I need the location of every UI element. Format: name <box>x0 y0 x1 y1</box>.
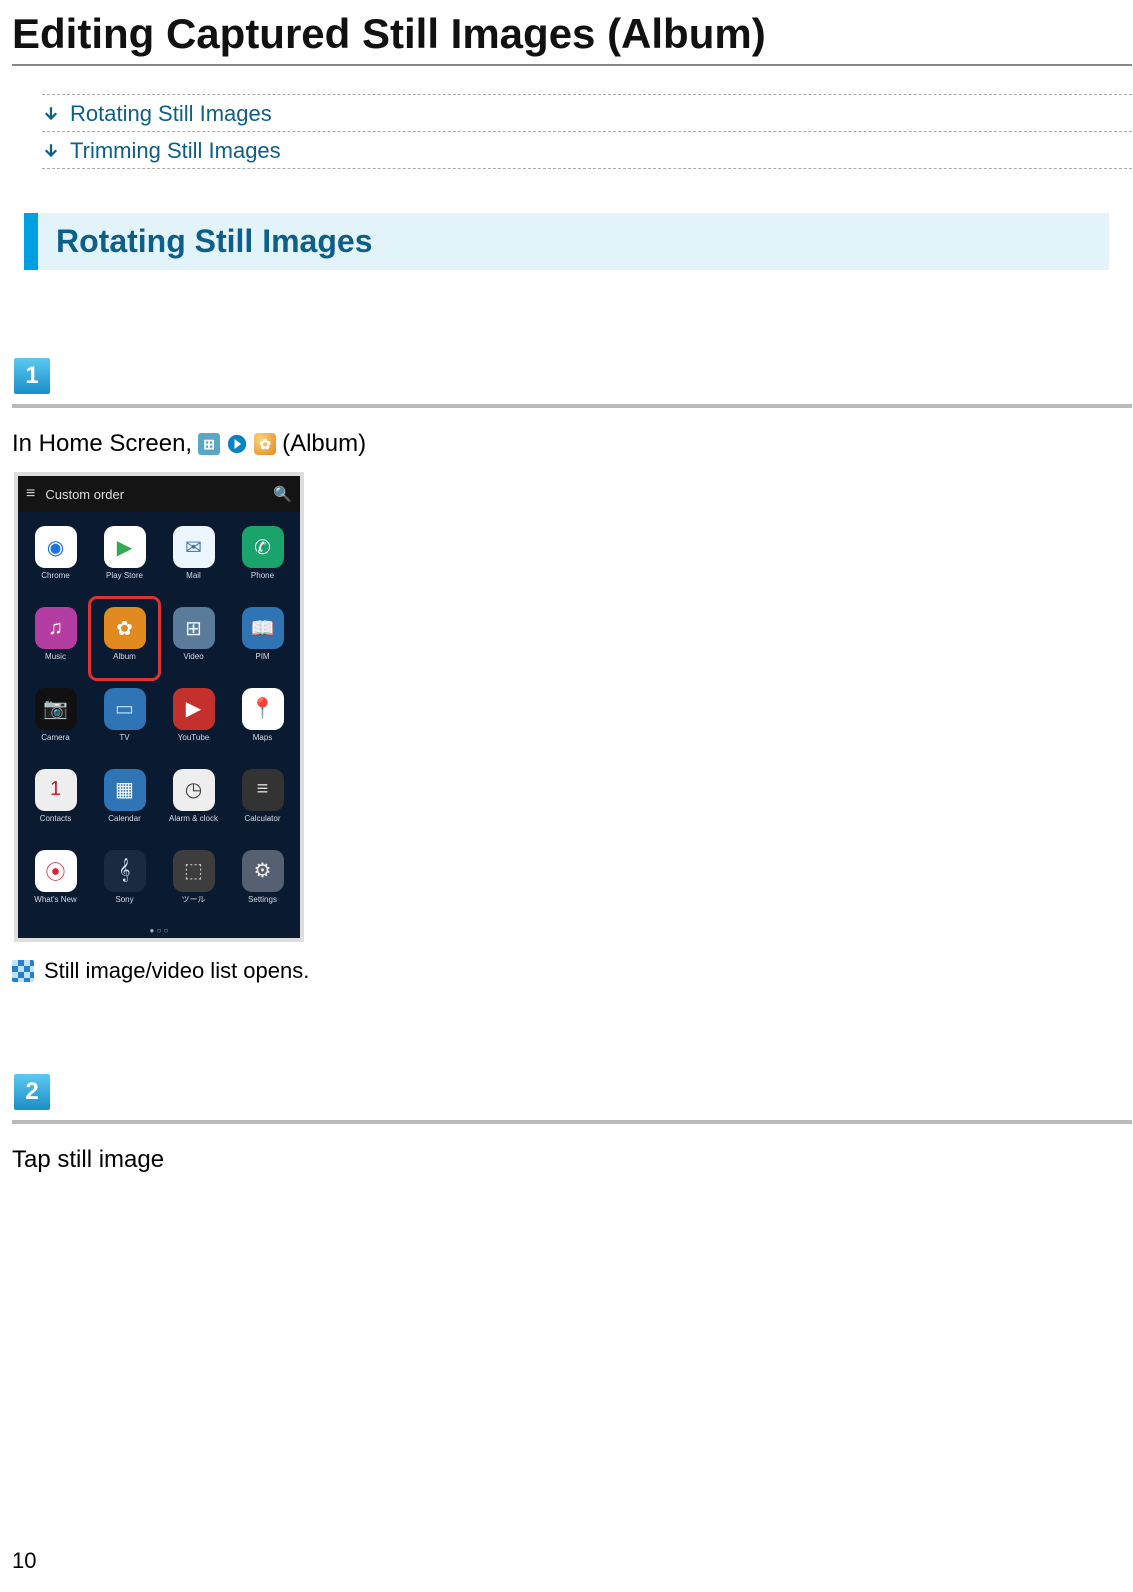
app-icon: ⊞ <box>173 607 215 649</box>
screenshot-home-screen: ≡ Custom order 🔍 ◉ Chrome ▶ Play Store ✉ Mail… <box>14 472 304 942</box>
app-icon: ≡ <box>242 769 284 811</box>
app-label: Settings <box>248 896 277 912</box>
app-label: YouTube <box>178 734 209 750</box>
app-label: Sony <box>115 896 133 912</box>
app-label: Chrome <box>41 572 69 588</box>
step-1-result-text: Still image/video list opens. <box>44 958 309 984</box>
app-icon: ⦿ <box>35 850 77 892</box>
app-label: Maps <box>253 734 273 750</box>
toc-item-trimming[interactable]: Trimming Still Images <box>42 132 1132 169</box>
app-label: Play Store <box>106 572 143 588</box>
app-calendar: ▦ Calendar <box>91 760 158 839</box>
app-icon: 📷 <box>35 688 77 730</box>
app-icon: ♫ <box>35 607 77 649</box>
toc-link[interactable]: Rotating Still Images <box>70 101 272 127</box>
app-grid: ◉ Chrome ▶ Play Store ✉ Mail ✆ Phone ♫ Music ✿ Albu… <box>18 512 300 922</box>
app-label: Album <box>113 653 136 669</box>
app-play-store: ▶ Play Store <box>91 518 158 597</box>
step-2: 2 Tap still image <box>12 1074 1133 1174</box>
app-label: Mail <box>186 572 201 588</box>
app-icon: ✿ <box>104 607 146 649</box>
step-2-text: Tap still image <box>12 1146 164 1174</box>
app-alarm-clock: ◷ Alarm & clock <box>160 760 227 839</box>
app-sony: 𝄞 Sony <box>91 841 158 920</box>
app-label: TV <box>119 734 129 750</box>
page-number: 10 <box>12 1548 36 1574</box>
app--: ⬚ ツール <box>160 841 227 920</box>
app-label: Contacts <box>40 815 72 831</box>
step-1-text-prefix: In Home Screen, <box>12 430 192 458</box>
arrow-right-icon <box>226 433 248 455</box>
app-label: Alarm & clock <box>169 815 218 831</box>
title-rule <box>12 64 1132 66</box>
section-heading-rotating: Rotating Still Images <box>24 213 1109 270</box>
toc-item-rotating[interactable]: Rotating Still Images <box>42 95 1132 132</box>
app-icon: ✆ <box>242 526 284 568</box>
step-number-badge: 1 <box>14 358 50 394</box>
phone-topbar-label: Custom order <box>45 487 124 502</box>
album-app-icon: ✿ <box>254 433 276 455</box>
app-music: ♫ Music <box>22 599 89 678</box>
app-label: Music <box>45 653 66 669</box>
app-icon: 📍 <box>242 688 284 730</box>
hamburger-icon: ≡ <box>26 485 35 503</box>
step-rule <box>12 404 1132 408</box>
app-label: Camera <box>41 734 69 750</box>
app-label: Calculator <box>244 815 280 831</box>
arrow-down-icon <box>42 142 60 160</box>
app-label: ツール <box>182 896 206 912</box>
result-marker-icon <box>12 960 34 982</box>
step-1: 1 In Home Screen, ⊞ ✿ (Album) ≡ Custom o… <box>12 358 1133 984</box>
app-what-s-new: ⦿ What's New <box>22 841 89 920</box>
app-chrome: ◉ Chrome <box>22 518 89 597</box>
app-icon: 𝄞 <box>104 850 146 892</box>
app-video: ⊞ Video <box>160 599 227 678</box>
app-camera: 📷 Camera <box>22 680 89 759</box>
page-title: Editing Captured Still Images (Album) <box>12 10 1133 58</box>
app-icon: ⚙ <box>242 850 284 892</box>
app-label: Calendar <box>108 815 140 831</box>
app-album: ✿ Album <box>91 599 158 678</box>
app-icon: ▶ <box>104 526 146 568</box>
app-icon: ▦ <box>104 769 146 811</box>
app-contacts: 1 Contacts <box>22 760 89 839</box>
arrow-down-icon <box>42 105 60 123</box>
search-icon: 🔍 <box>273 485 292 503</box>
app-youtube: ▶ YouTube <box>160 680 227 759</box>
app-icon: ◉ <box>35 526 77 568</box>
app-calculator: ≡ Calculator <box>229 760 296 839</box>
app-icon: 📖 <box>242 607 284 649</box>
step-number-badge: 2 <box>14 1074 50 1110</box>
step-1-result: Still image/video list opens. <box>12 958 1133 984</box>
app-icon: ▭ <box>104 688 146 730</box>
app-label: Phone <box>251 572 274 588</box>
app-tv: ▭ TV <box>91 680 158 759</box>
app-pim: 📖 PIM <box>229 599 296 678</box>
apps-grid-icon: ⊞ <box>198 433 220 455</box>
step-1-text-suffix: (Album) <box>282 430 366 458</box>
app-label: What's New <box>34 896 76 912</box>
step-1-body: In Home Screen, ⊞ ✿ (Album) <box>12 430 1133 458</box>
toc: Rotating Still Images Trimming Still Ima… <box>42 94 1132 169</box>
phone-top-bar: ≡ Custom order 🔍 <box>18 476 300 512</box>
app-label: Video <box>183 653 203 669</box>
app-mail: ✉ Mail <box>160 518 227 597</box>
app-icon: ✉ <box>173 526 215 568</box>
app-icon: ◷ <box>173 769 215 811</box>
app-icon: 1 <box>35 769 77 811</box>
app-icon: ⬚ <box>173 850 215 892</box>
phone-page-dots: ● ○ ○ <box>18 922 300 938</box>
app-icon: ▶ <box>173 688 215 730</box>
step-2-body: Tap still image <box>12 1146 1133 1174</box>
step-rule <box>12 1120 1132 1124</box>
app-settings: ⚙ Settings <box>229 841 296 920</box>
app-maps: 📍 Maps <box>229 680 296 759</box>
app-label: PIM <box>255 653 269 669</box>
app-phone: ✆ Phone <box>229 518 296 597</box>
toc-link[interactable]: Trimming Still Images <box>70 138 281 164</box>
